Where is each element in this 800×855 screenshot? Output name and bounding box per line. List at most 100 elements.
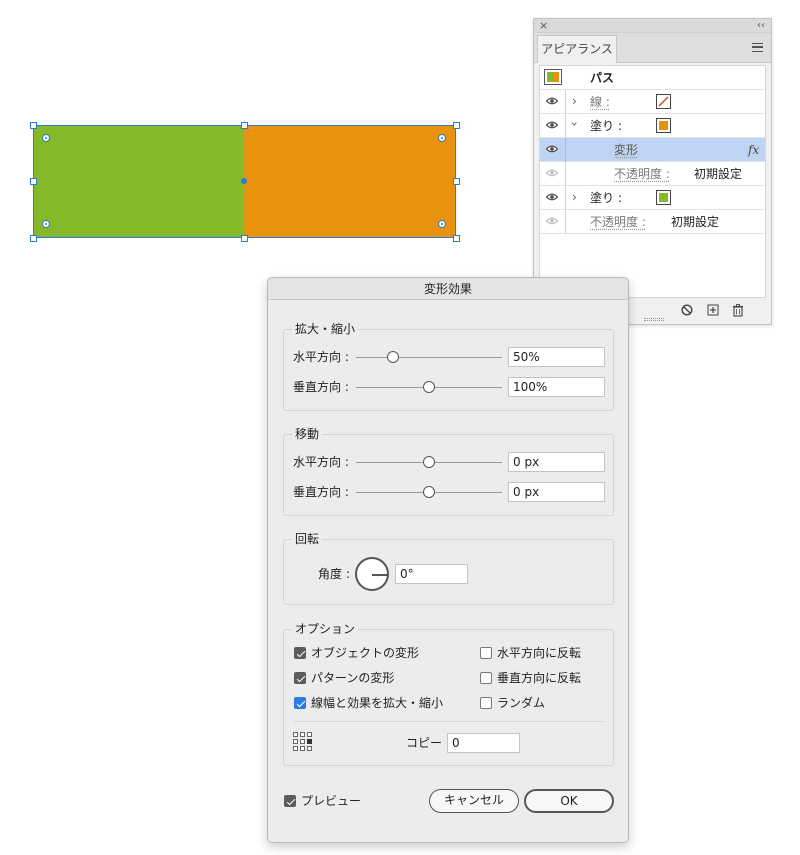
object-type-label: パス xyxy=(590,71,615,85)
transform-effect-label[interactable]: 変形 xyxy=(614,142,638,158)
random-checkbox[interactable] xyxy=(480,697,492,709)
cancel-button[interactable]: キャンセル xyxy=(429,789,519,813)
app-stage: × ‹‹ アピアランス パス › 線 : › 塗り: 変形 fx 不透明度:… xyxy=(0,0,800,855)
rotate-group-title: 回転 xyxy=(292,530,323,547)
visibility-eye-icon[interactable] xyxy=(546,217,558,225)
reflect-y-checkbox[interactable] xyxy=(480,672,492,684)
handle-middle-left[interactable] xyxy=(30,178,37,185)
rotate-group: 回転 角度 : 0° xyxy=(283,530,614,605)
collapse-icon[interactable]: ‹‹ xyxy=(757,19,765,33)
add-icon[interactable] xyxy=(706,304,720,318)
preview-label[interactable]: プレビュー xyxy=(301,793,361,809)
scale-strokes-label[interactable]: 線幅と効果を拡大・縮小 xyxy=(311,695,443,711)
corner-widget-bottom-left[interactable] xyxy=(42,220,50,228)
handle-top-right[interactable] xyxy=(453,122,460,129)
transform-effect-dialog: 変形効果 拡大・縮小 水平方向 : 50% 垂直方向 : 100% 移動 水平方… xyxy=(267,277,629,843)
visibility-eye-icon[interactable] xyxy=(546,145,558,153)
visibility-eye-icon[interactable] xyxy=(546,97,558,105)
ok-button[interactable]: OK xyxy=(524,789,614,813)
scale-horizontal-slider-knob[interactable] xyxy=(386,351,399,363)
transform-objects-checkbox[interactable] xyxy=(294,647,306,659)
transform-patterns-checkbox[interactable] xyxy=(294,672,306,684)
handle-top-left[interactable] xyxy=(30,122,37,129)
row-transform-effect[interactable]: 変形 fx xyxy=(540,138,765,162)
options-group: オプション オブジェクトの変形 パターンの変形 線幅と効果を拡大・縮小 水平方向… xyxy=(283,620,614,766)
corner-widget-top-right[interactable] xyxy=(438,134,446,142)
copies-label: コピー xyxy=(406,736,443,750)
reflect-x-checkbox[interactable] xyxy=(480,647,492,659)
row-divider xyxy=(565,186,566,210)
panel-title-bar[interactable]: × ‹‹ xyxy=(534,19,771,33)
reflect-y-label[interactable]: 垂直方向に反転 xyxy=(497,670,581,686)
fill-green-swatch-icon[interactable] xyxy=(656,190,671,205)
row-opacity-object[interactable]: 不透明度 : 初期設定 xyxy=(540,210,765,234)
scale-vertical-input[interactable]: 100% xyxy=(508,377,605,397)
close-icon[interactable]: × xyxy=(539,19,548,33)
row-opacity-nested[interactable]: 不透明度 : 初期設定 xyxy=(540,162,765,186)
handle-top-middle[interactable] xyxy=(241,122,248,129)
fill-label[interactable]: 塗り : xyxy=(590,190,622,206)
scale-horizontal-slider[interactable] xyxy=(356,357,502,358)
chevron-down-icon[interactable]: › xyxy=(567,122,581,127)
resize-grip[interactable] xyxy=(644,318,664,321)
selected-path-artwork[interactable] xyxy=(30,122,460,242)
scale-strokes-checkbox[interactable] xyxy=(294,697,306,709)
visibility-eye-icon[interactable] xyxy=(546,193,558,201)
stroke-none-swatch-icon[interactable] xyxy=(656,94,671,109)
options-group-title: オプション xyxy=(292,620,359,637)
object-row[interactable]: パス xyxy=(540,66,765,90)
opacity-value: 初期設定 xyxy=(694,167,743,181)
reflect-x-label[interactable]: 水平方向に反転 xyxy=(497,645,581,661)
reference-point-icon[interactable] xyxy=(293,732,313,752)
opacity-label[interactable]: 不透明度 : xyxy=(614,166,670,182)
transform-patterns-label[interactable]: パターンの変形 xyxy=(311,670,394,686)
scale-vertical-slider-knob[interactable] xyxy=(423,381,435,393)
row-divider xyxy=(565,162,566,186)
handle-bottom-right[interactable] xyxy=(453,235,460,242)
move-vertical-slider-knob[interactable] xyxy=(423,486,435,498)
center-point xyxy=(241,178,247,184)
transform-objects-label[interactable]: オブジェクトの変形 xyxy=(311,645,419,661)
visibility-eye-icon[interactable] xyxy=(546,121,558,129)
clear-icon[interactable] xyxy=(680,304,694,318)
fx-icon[interactable]: fx xyxy=(748,142,759,158)
move-vertical-input[interactable]: 0 px xyxy=(508,482,605,502)
chevron-right-icon[interactable]: › xyxy=(572,94,577,108)
handle-bottom-middle[interactable] xyxy=(241,235,248,242)
handle-middle-right[interactable] xyxy=(453,178,460,185)
move-horizontal-slider-knob[interactable] xyxy=(423,456,435,468)
corner-widget-bottom-right[interactable] xyxy=(438,220,446,228)
fill-label[interactable]: 塗り : xyxy=(590,118,622,134)
dialog-title: 変形効果 xyxy=(268,278,628,300)
angle-dial[interactable] xyxy=(355,557,389,591)
random-label[interactable]: ランダム xyxy=(497,695,545,711)
handle-bottom-left[interactable] xyxy=(30,235,37,242)
row-divider xyxy=(565,114,566,138)
chevron-right-icon[interactable]: › xyxy=(572,190,577,204)
move-group-title: 移動 xyxy=(292,425,323,442)
scale-horizontal-input[interactable]: 50% xyxy=(508,347,605,367)
hamburger-icon[interactable] xyxy=(752,43,763,52)
move-horizontal-input[interactable]: 0 px xyxy=(508,452,605,472)
angle-input[interactable]: 0° xyxy=(395,564,468,584)
visibility-eye-icon[interactable] xyxy=(546,169,558,177)
row-fill-orange[interactable]: › 塗り : xyxy=(540,114,765,138)
move-group: 移動 水平方向 : 0 px 垂直方向 : 0 px xyxy=(283,425,614,516)
row-stroke[interactable]: › 線 : xyxy=(540,90,765,114)
preview-checkbox[interactable] xyxy=(284,795,296,807)
corner-widget-top-left[interactable] xyxy=(42,134,50,142)
tab-appearance[interactable]: アピアランス xyxy=(537,35,617,63)
copies-input[interactable]: 0 xyxy=(447,733,520,753)
trash-icon[interactable] xyxy=(731,304,745,318)
row-divider xyxy=(565,90,566,114)
appearance-list: パス › 線 : › 塗り : 変形 fx 不透明度: 初期設定 › 塗り:… xyxy=(539,65,766,298)
scale-horizontal-label: 水平方向 : xyxy=(293,350,349,364)
stroke-label[interactable]: 線 : xyxy=(590,94,610,110)
opacity-label[interactable]: 不透明度 : xyxy=(590,214,646,230)
row-divider xyxy=(565,210,566,234)
scale-group: 拡大・縮小 水平方向 : 50% 垂直方向 : 100% xyxy=(283,320,614,411)
row-fill-green[interactable]: › 塗り : xyxy=(540,186,765,210)
fill-orange-swatch-icon[interactable] xyxy=(656,118,671,133)
opacity-value: 初期設定 xyxy=(671,215,720,229)
scale-vertical-label: 垂直方向 : xyxy=(293,380,349,394)
